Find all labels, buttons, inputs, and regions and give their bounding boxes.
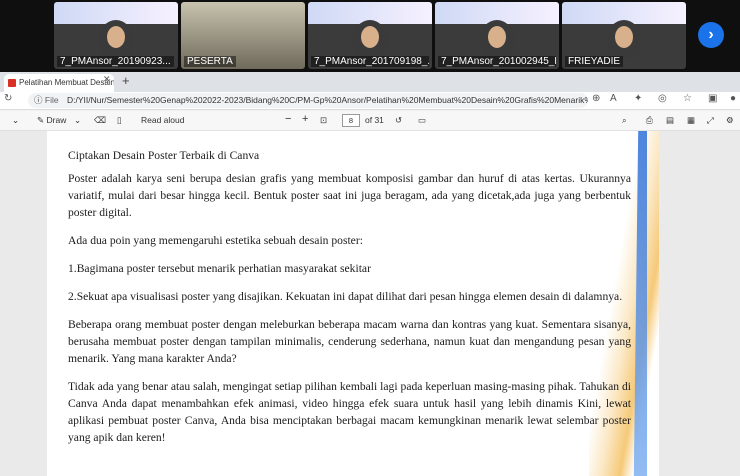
chevron-down-icon[interactable]: ⌄ xyxy=(74,115,81,126)
reload-icon[interactable]: ↻ xyxy=(4,93,12,104)
next-participants-button[interactable]: › xyxy=(698,22,724,48)
chevron-down-icon[interactable]: ⌄ xyxy=(12,115,19,126)
url-field[interactable]: ⓘ File D:/YII/Nur/Semester%20Genap%20202… xyxy=(28,93,588,108)
participant-name: PESERTA xyxy=(184,56,236,67)
settings-icon[interactable]: ⚙ xyxy=(726,115,734,126)
zoom-icon[interactable]: ⊕ xyxy=(592,93,600,104)
participant-face xyxy=(488,26,506,48)
participant-video-strip: 7_PMAnsor_20190923... PESERTA 7_PMAnsor_… xyxy=(0,0,740,72)
paragraph: 1.Bagimana poster tersebut menarik perha… xyxy=(68,262,371,275)
paragraph: Ada dua poin yang memengaruhi estetika s… xyxy=(68,234,363,247)
draw-button[interactable]: ✎ Draw xyxy=(37,115,66,126)
tab-title: Pelatihan Membuat Desain Grafis xyxy=(19,78,114,87)
new-tab-button[interactable]: + xyxy=(122,73,130,88)
paragraph: Beberapa orang membuat poster dengan mel… xyxy=(68,318,631,365)
info-icon: ⓘ xyxy=(34,95,43,105)
page-view-icon[interactable]: ▯ xyxy=(117,115,122,126)
pdf-viewer[interactable]: Ciptakan Desain Poster Terbaik di Canva … xyxy=(0,131,740,476)
fit-page-icon[interactable]: ⊡ xyxy=(320,115,327,126)
pdf-toolbar: ⌄ ✎ Draw ⌄ ⌫ ▯ Read aloud − + ⊡ 8 of 31 … xyxy=(0,111,740,131)
participant-name: 7_PMAnsor_20190923... xyxy=(57,56,174,67)
document-title: Ciptakan Desain Poster Terbaik di Canva xyxy=(68,149,260,162)
participant-tile[interactable]: PESERTA xyxy=(181,2,305,69)
page-layout-icon[interactable]: ▭ xyxy=(418,115,426,126)
profile-icon[interactable]: ● xyxy=(730,93,736,104)
zoom-out-button[interactable]: − xyxy=(285,113,291,125)
participant-tile[interactable]: 7_PMAnsor_201002945_F... xyxy=(435,2,559,69)
participant-name: 7_PMAnsor_201709198_... xyxy=(311,56,429,67)
fullscreen-icon[interactable]: ⤢ xyxy=(707,115,714,126)
pen-icon: ✎ xyxy=(37,115,45,125)
search-icon[interactable]: ⌕ xyxy=(622,115,627,126)
eraser-icon[interactable]: ⌫ xyxy=(94,115,106,126)
participant-face xyxy=(361,26,379,48)
read-mode-icon[interactable]: A xyxy=(610,93,617,104)
browser-tab-bar: Pelatihan Membuat Desain Grafis xyxy=(0,72,740,92)
participant-face xyxy=(107,26,125,48)
close-tab-icon[interactable]: ✕ xyxy=(103,74,111,85)
participant-tile[interactable]: 7_PMAnsor_20190923... xyxy=(54,2,178,69)
draw-label: Draw xyxy=(46,115,67,125)
paragraph: 2.Sekuat apa visualisasi poster yang dis… xyxy=(68,290,623,303)
pdf-icon xyxy=(8,79,16,87)
favorites-icon[interactable]: ☆ xyxy=(683,93,692,104)
print-icon[interactable]: ⎙ xyxy=(646,115,653,126)
pdf-page: Ciptakan Desain Poster Terbaik di Canva … xyxy=(47,131,659,476)
sync-icon[interactable]: ◎ xyxy=(658,93,667,104)
page-text: Ciptakan Desain Poster Terbaik di Canva … xyxy=(68,147,631,457)
participant-tile[interactable]: 7_PMAnsor_201709198_... xyxy=(308,2,432,69)
zoom-in-button[interactable]: + xyxy=(302,113,308,125)
browser-tab[interactable]: Pelatihan Membuat Desain Grafis xyxy=(4,74,114,92)
rotate-icon[interactable]: ↺ xyxy=(395,115,402,126)
paragraph: Poster adalah karya seni berupa desian g… xyxy=(68,172,631,219)
save-as-icon[interactable]: ▦ xyxy=(687,115,695,126)
extensions-icon[interactable]: ✦ xyxy=(634,93,642,104)
url-scheme: File xyxy=(44,95,59,105)
participant-name: FRIEYADIE xyxy=(565,56,624,67)
page-number-input[interactable]: 8 xyxy=(342,114,360,127)
read-aloud-button[interactable]: Read aloud xyxy=(141,115,184,125)
participant-tile[interactable]: FRIEYADIE xyxy=(562,2,686,69)
participant-name: 7_PMAnsor_201002945_F... xyxy=(438,56,556,67)
paragraph: Tidak ada yang benar atau salah, menging… xyxy=(68,380,631,444)
url-text: D:/YII/Nur/Semester%20Genap%202022-2023/… xyxy=(66,95,588,105)
participant-face xyxy=(615,26,633,48)
save-icon[interactable]: ▤ xyxy=(666,115,674,126)
read-aloud-label: Read aloud xyxy=(141,115,185,125)
page-total: of 31 xyxy=(365,115,384,125)
collections-icon[interactable]: ▣ xyxy=(708,93,717,104)
chevron-right-icon: › xyxy=(708,26,714,43)
